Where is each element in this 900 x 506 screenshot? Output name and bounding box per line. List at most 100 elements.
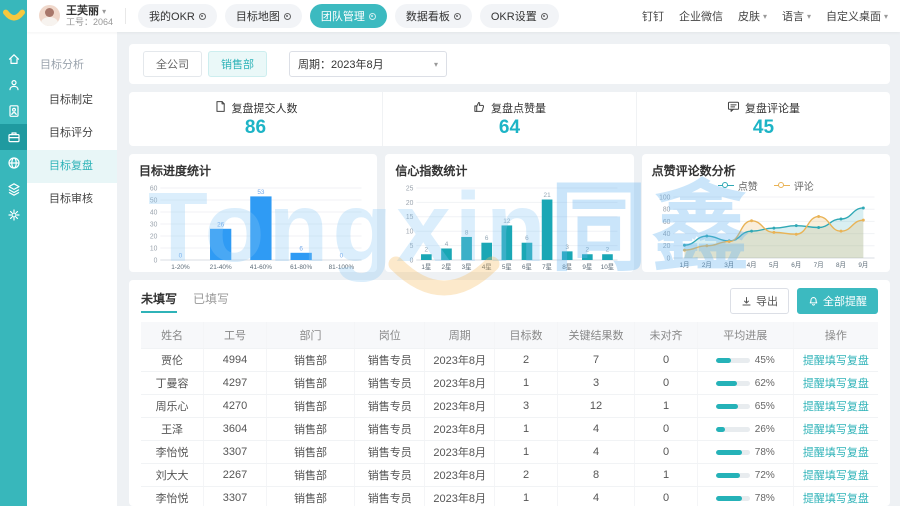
cell-action: 提醒填写复盘 (793, 371, 878, 394)
nav-tab-我的OKR[interactable]: 我的OKR (138, 4, 217, 28)
progress-label: 78% (755, 493, 775, 504)
cell-emp_id: 2267 (204, 463, 267, 486)
cell-key_results: 4 (557, 486, 634, 506)
nav-tab-label: 目标地图 (236, 8, 280, 24)
table-tab-已填写[interactable]: 已填写 (193, 290, 229, 313)
user-block[interactable]: 王芙丽 ▾ 工号：2064 (39, 5, 113, 28)
cell-unaligned: 0 (635, 371, 698, 394)
cell-period: 2023年8月 (425, 394, 495, 417)
progress-label: 26% (755, 424, 775, 435)
topbar-item-皮肤[interactable]: 皮肤▾ (738, 8, 767, 24)
topbar-item-语言[interactable]: 语言▾ (782, 8, 811, 24)
progress-bar: 78% (716, 447, 775, 458)
svg-text:4月: 4月 (746, 261, 756, 269)
remind-link[interactable]: 提醒填写复盘 (803, 401, 869, 413)
progress-track (716, 473, 750, 478)
table-row: 李怡悦3307销售部销售专员2023年8月14078%提醒填写复盘 (141, 486, 878, 506)
progress-bar: 65% (716, 401, 775, 412)
cell-goals: 3 (495, 394, 558, 417)
sidebar-item-目标制定[interactable]: 目标制定 (27, 84, 117, 117)
svg-text:8: 8 (465, 229, 469, 236)
gear-icon[interactable] (0, 202, 27, 228)
column-header-姓名: 姓名 (141, 322, 204, 348)
cell-emp_id: 4270 (204, 394, 267, 417)
svg-text:10星: 10星 (601, 263, 615, 271)
progress-label: 72% (755, 470, 775, 481)
svg-text:3月: 3月 (724, 261, 734, 269)
remind-link[interactable]: 提醒填写复盘 (803, 378, 869, 390)
cell-dept: 销售部 (266, 440, 354, 463)
remind-link[interactable]: 提醒填写复盘 (803, 355, 869, 367)
progress-track (716, 381, 750, 386)
remind-link[interactable]: 提醒填写复盘 (803, 493, 869, 505)
column-header-目标数: 目标数 (495, 322, 558, 348)
remind-link[interactable]: 提醒填写复盘 (803, 470, 869, 482)
team-icon[interactable] (0, 72, 27, 98)
briefcase-icon[interactable] (0, 124, 27, 150)
topbar-item-企业微信[interactable]: 企业微信 (679, 8, 723, 24)
remind-link[interactable]: 提醒填写复盘 (803, 447, 869, 459)
nav-tab-数据看板[interactable]: 数据看板 (395, 4, 472, 28)
cell-role: 销售专员 (355, 440, 425, 463)
chart-card-likes-comments: 点赞评论数分析 点赞评论 0204060801001月2月3月4月5月6月7月8… (642, 154, 890, 272)
legend-item-评论[interactable]: 评论 (774, 178, 814, 193)
home-icon[interactable] (0, 46, 27, 72)
svg-text:20: 20 (663, 243, 671, 250)
svg-text:15: 15 (406, 214, 414, 221)
export-button[interactable]: 导出 (730, 288, 789, 314)
topbar-item-钉钉[interactable]: 钉钉 (642, 8, 664, 24)
cell-name: 李怡悦 (141, 440, 204, 463)
cell-period: 2023年8月 (425, 371, 495, 394)
svg-text:6月: 6月 (791, 261, 801, 269)
bell-icon (808, 296, 819, 307)
progress-bar: 62% (716, 378, 775, 389)
globe-icon[interactable] (0, 150, 27, 176)
cell-role: 销售专员 (355, 394, 425, 417)
legend-item-点赞[interactable]: 点赞 (718, 178, 758, 193)
topbar-item-自定义桌面[interactable]: 自定义桌面▾ (826, 8, 888, 24)
remind-link[interactable]: 提醒填写复盘 (803, 424, 869, 436)
chart-title: 信心指数统计 (395, 162, 623, 179)
legend-marker-icon (774, 182, 790, 190)
charts-row: 目标进度统计 010203040506001-20%2621-40%5341-6… (129, 154, 890, 272)
nav-tab-目标地图[interactable]: 目标地图 (225, 4, 302, 28)
cell-progress: 65% (697, 394, 793, 417)
profile-doc-icon[interactable] (0, 98, 27, 124)
sidebar-item-目标审核[interactable]: 目标审核 (27, 183, 117, 216)
stat-label: 复盘提交人数 (214, 100, 298, 116)
stat-label-text: 复盘提交人数 (232, 100, 298, 116)
svg-text:5星: 5星 (502, 263, 512, 271)
target-icon (541, 13, 548, 20)
app-logo[interactable] (0, 0, 27, 32)
cell-goals: 1 (495, 486, 558, 506)
sidebar-item-目标评分[interactable]: 目标评分 (27, 117, 117, 150)
nav-tab-团队管理[interactable]: 团队管理 (310, 4, 387, 28)
nav-tab-OKR设置[interactable]: OKR设置 (480, 4, 559, 28)
period-select[interactable]: 周期：2023年8月 ▾ (289, 51, 447, 77)
svg-text:20: 20 (406, 200, 414, 207)
progress-track (716, 496, 750, 501)
remind-all-button[interactable]: 全部提醒 (797, 288, 878, 314)
cell-period: 2023年8月 (425, 440, 495, 463)
svg-text:40: 40 (150, 209, 158, 216)
layers-icon[interactable] (0, 176, 27, 202)
progress-bar: 45% (716, 355, 775, 366)
sidebar-item-目标复盘[interactable]: 目标复盘 (27, 150, 117, 183)
svg-text:50: 50 (150, 197, 158, 204)
svg-text:10: 10 (150, 245, 158, 252)
table-tab-未填写[interactable]: 未填写 (141, 290, 177, 313)
svg-text:6: 6 (526, 235, 530, 242)
cell-key_results: 4 (557, 440, 634, 463)
progress-fill (716, 496, 743, 501)
chevron-down-icon: ▾ (807, 12, 811, 21)
svg-text:3: 3 (566, 244, 570, 251)
avatar[interactable] (39, 5, 60, 26)
svg-text:2: 2 (606, 247, 610, 254)
scope-tab-销售部[interactable]: 销售部 (208, 51, 267, 77)
scope-tab-全公司[interactable]: 全公司 (143, 51, 202, 77)
cell-period: 2023年8月 (425, 463, 495, 486)
column-header-工号: 工号 (204, 322, 267, 348)
chevron-down-icon: ▾ (102, 7, 106, 16)
stat-复盘点赞量: 复盘点赞量64 (383, 92, 637, 146)
cell-unaligned: 0 (635, 440, 698, 463)
